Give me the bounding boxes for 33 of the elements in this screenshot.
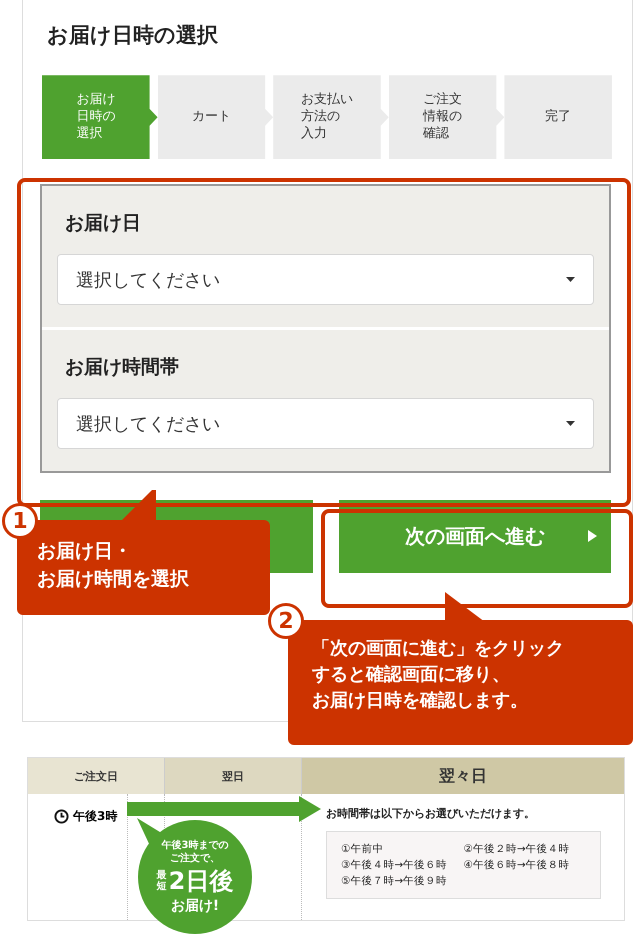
select-field[interactable]: 選択してください <box>57 254 594 306</box>
time-slot: ②午後２時→午後４時 <box>464 842 586 856</box>
field-label: お届け時間帯 <box>65 355 180 380</box>
callout-text: お届け日・ <box>37 539 132 564</box>
callout-text: お届け日時を確認します。 <box>312 689 528 714</box>
select-placeholder: 選択してください <box>76 412 220 436</box>
page-title: お届け日時の選択 <box>47 22 219 49</box>
badge-days: 2日後 <box>168 865 234 897</box>
badge-text: お届け! <box>170 897 220 915</box>
callout-text: すると確認画面に移り、 <box>312 663 510 688</box>
select-placeholder: 選択してください <box>76 268 220 292</box>
time-slot: ⑤午後７時→午後９時 <box>341 874 464 888</box>
badge-prefix: 最短 <box>156 870 167 892</box>
clock-icon <box>54 809 69 824</box>
callout-text: 「次の画面に進む」をクリック <box>312 637 564 661</box>
column-header: 翌日 <box>164 758 301 794</box>
caret-icon <box>566 421 575 426</box>
field-label: お届け日 <box>65 211 142 236</box>
badge-text: 午後3時までの <box>162 839 228 852</box>
select-field[interactable]: 選択してください <box>57 398 594 450</box>
time-slot: ①午前中 <box>341 842 464 856</box>
play-icon <box>588 530 597 542</box>
badge-text: ご注文で、 <box>170 852 220 865</box>
step-number: 2 <box>268 603 304 639</box>
time-slot: ④午後６時→午後８時 <box>464 858 586 872</box>
time-slot-message: お時間帯は以下からお選びいただけます。 <box>326 806 536 821</box>
callout-text: お届け時間を選択 <box>37 566 189 592</box>
column-header: ご注文日 <box>28 758 164 794</box>
step-number: 1 <box>2 503 38 539</box>
column-header: 翌々日 <box>301 758 624 794</box>
order-time: 午後3時 <box>73 808 118 825</box>
time-slot: ③午後４時→午後６時 <box>341 858 464 872</box>
caret-icon <box>566 277 575 282</box>
